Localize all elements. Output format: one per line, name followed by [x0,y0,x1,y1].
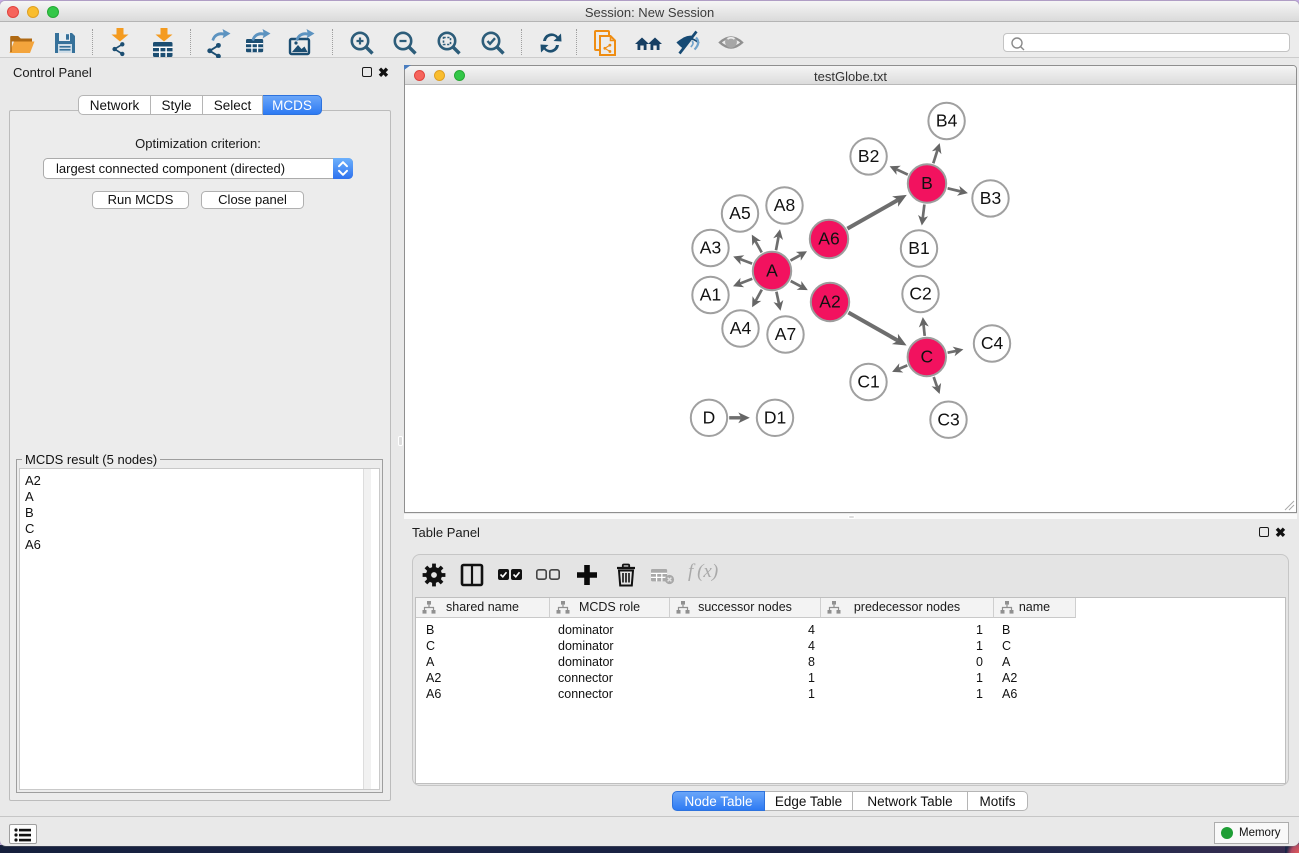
svg-text:B4: B4 [936,111,958,131]
svg-text:C3: C3 [937,409,959,429]
svg-text:A2: A2 [819,292,840,312]
svg-text:A3: A3 [700,238,721,258]
svg-text:A: A [766,261,778,281]
svg-text:C2: C2 [909,284,931,304]
svg-text:B1: B1 [908,238,929,258]
svg-text:C1: C1 [857,372,879,392]
svg-text:B: B [921,173,933,193]
svg-text:C: C [920,347,933,367]
svg-text:A4: A4 [730,318,752,338]
svg-text:D1: D1 [764,408,786,428]
svg-text:A6: A6 [818,229,839,249]
svg-text:A8: A8 [774,195,795,215]
svg-text:A1: A1 [700,285,721,305]
svg-text:C4: C4 [981,333,1004,353]
svg-text:A5: A5 [729,203,750,223]
svg-text:B2: B2 [858,146,879,166]
svg-text:B3: B3 [980,188,1001,208]
svg-text:D: D [703,408,716,428]
svg-text:A7: A7 [775,324,796,344]
